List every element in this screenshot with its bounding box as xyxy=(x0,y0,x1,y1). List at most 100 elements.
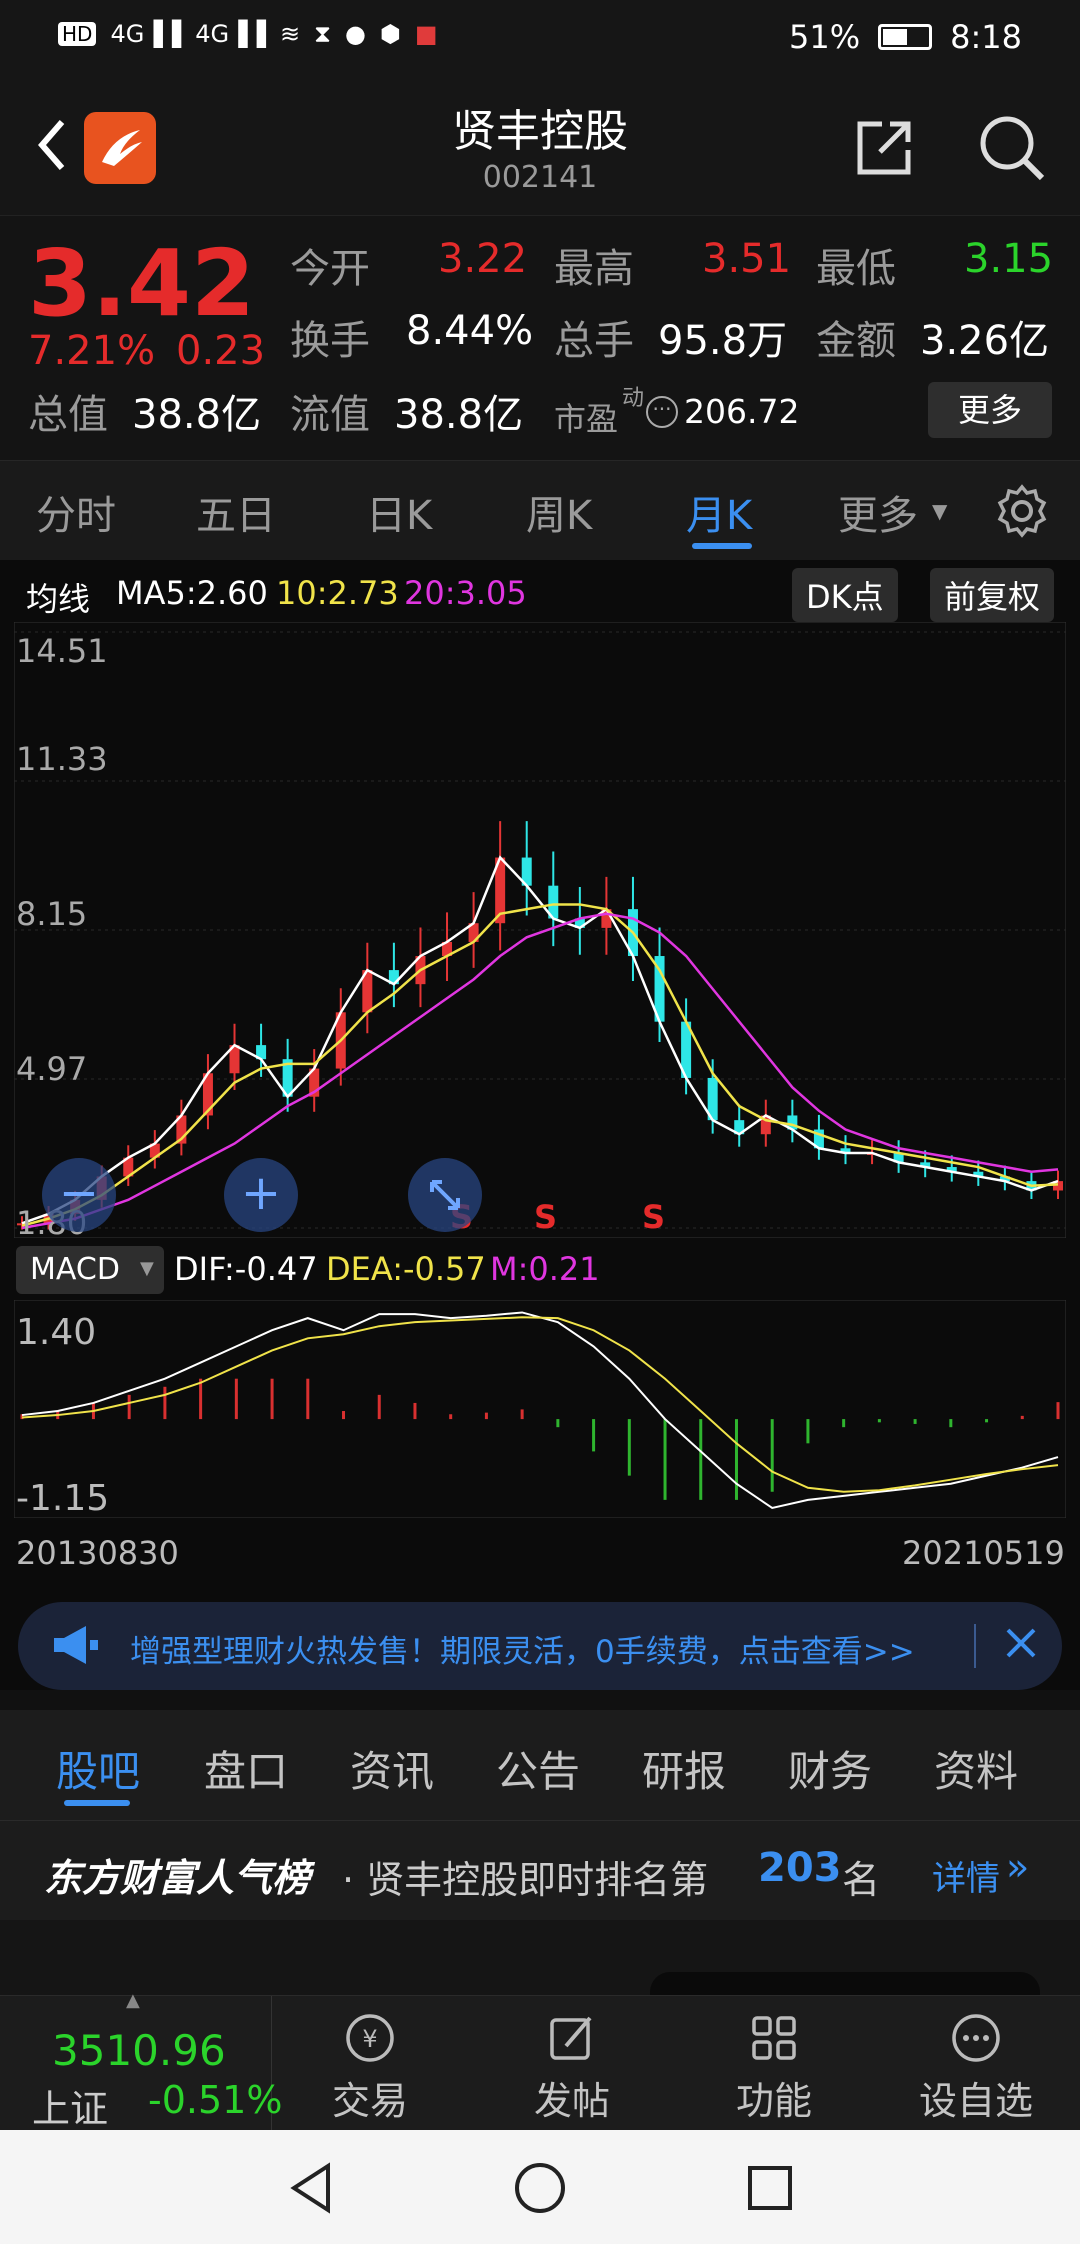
chart-period-tabs: 分时 五日 日K 周K 月K 更多 ▼ xyxy=(0,460,1080,560)
mcap-value: 38.8亿 xyxy=(132,392,262,438)
add-watchlist-label: 设自选 xyxy=(918,2079,1033,2123)
index-quote[interactable]: ▲ 3510.96 上证 -0.51% xyxy=(0,1990,282,2131)
tab-more-caret-icon: ▼ xyxy=(932,499,948,523)
more-dots-icon xyxy=(906,2008,1046,2070)
ma-line-1 xyxy=(21,903,1059,1227)
low-label: 最低 xyxy=(816,246,896,292)
battery-percent: 51% xyxy=(789,18,861,56)
ma10-value: 10:2.73 xyxy=(276,574,399,612)
popularity-ranking[interactable]: 东方财富人气榜 · 贤丰控股即时排名第 203 名 详情 » xyxy=(0,1820,1080,1920)
ma-line-0 xyxy=(21,855,1059,1225)
high-label: 最高 xyxy=(554,246,634,292)
macd-caret-icon: ▼ xyxy=(140,1258,154,1279)
amount-value: 3.26亿 xyxy=(920,318,1050,364)
dk-point-button[interactable]: DK点 xyxy=(792,568,898,622)
tab-pankou[interactable]: 盘口 xyxy=(204,1738,288,1799)
pe-value: 206.72 xyxy=(684,392,800,431)
tab-ziliao[interactable]: 资料 xyxy=(934,1738,1018,1799)
content-tabs: 股吧 盘口 资讯 公告 研报 财务 资料 xyxy=(0,1710,1080,1820)
ma-line-2 xyxy=(21,912,1059,1230)
tab-rik[interactable]: 日K xyxy=(366,483,432,541)
fuquan-button[interactable]: 前复权 xyxy=(930,568,1055,622)
nav-back-icon[interactable] xyxy=(284,2160,340,2216)
app-icon: ■ xyxy=(414,20,438,48)
float-label: 流值 xyxy=(290,392,370,438)
kline-chart[interactable] xyxy=(14,622,1066,1238)
share-icon[interactable] xyxy=(852,116,916,180)
ma-label: 均线 xyxy=(26,580,91,618)
bottom-toolbar: ▲ 3510.96 上证 -0.51% ¥ 交易 发帖 功能 设自选 xyxy=(0,1990,1080,2131)
ranking-number: 203 xyxy=(758,1845,842,1891)
ranking-detail-link[interactable]: 详情 xyxy=(932,1851,1000,1900)
tab-guba[interactable]: 股吧 xyxy=(56,1738,140,1799)
info-dots-icon[interactable]: ··· xyxy=(646,396,678,428)
macd-selector[interactable]: MACD ▼ xyxy=(16,1246,164,1294)
svg-text:¥: ¥ xyxy=(362,2025,377,2053)
tab-gonggao[interactable]: 公告 xyxy=(496,1738,580,1799)
ad-text: 增强型理财火热发售！期限灵活，0手续费，点击查看>> xyxy=(130,1634,915,1670)
status-icons: HD 4G▐▐ 4G▐▐ ≋ ⧗ ● ⬢ ■ xyxy=(58,20,438,48)
tab-active-indicator xyxy=(692,543,752,549)
index-change: -0.51% xyxy=(148,2078,283,2122)
hd-icon: HD xyxy=(58,22,97,46)
volume-value: 95.8万 xyxy=(658,318,788,364)
volume-label: 总手 xyxy=(554,318,634,364)
turnover-label: 换手 xyxy=(290,318,370,364)
tab-fenshi[interactable]: 分时 xyxy=(36,483,116,541)
functions-label: 功能 xyxy=(735,2079,812,2123)
tab-more[interactable]: 更多 xyxy=(838,483,918,541)
open-value: 3.22 xyxy=(438,236,528,282)
nav-recents-icon[interactable] xyxy=(742,2160,798,2216)
ad-close-icon[interactable] xyxy=(996,1618,1046,1668)
tab-wuri[interactable]: 五日 xyxy=(196,483,276,541)
pe-label: 市盈 xyxy=(554,400,619,438)
current-price: 3.42 xyxy=(28,230,255,337)
change-value: 0.23 xyxy=(176,328,266,374)
subtab-active-indicator xyxy=(64,1800,130,1806)
stock-code: 002141 xyxy=(482,160,598,195)
add-watchlist-button[interactable]: 设自选 xyxy=(906,2008,1046,2125)
zoom-out-button[interactable]: − xyxy=(42,1158,116,1232)
ma20-value: 20:3.05 xyxy=(404,574,527,612)
pe-superscript: 动 xyxy=(622,386,645,411)
x-end-date: 20210519 xyxy=(902,1534,1065,1572)
qq-icon: ● xyxy=(344,20,366,48)
macd-chart[interactable] xyxy=(14,1300,1066,1518)
post-button[interactable]: 发帖 xyxy=(502,2008,642,2125)
ad-banner[interactable]: 增强型理财火热发售！期限灵活，0手续费，点击查看>> xyxy=(18,1602,1062,1690)
nav-home-icon[interactable] xyxy=(512,2160,568,2216)
functions-button[interactable]: 功能 xyxy=(704,2008,844,2125)
status-bar: HD 4G▐▐ 4G▐▐ ≋ ⧗ ● ⬢ ■ 51% 8:18 xyxy=(0,0,1080,80)
battery-icon xyxy=(878,24,933,50)
trade-icon: ¥ xyxy=(300,2008,440,2070)
signal-4g-icon: 4G▐▐ xyxy=(110,20,182,48)
status-right: 51% 8:18 xyxy=(789,18,1022,56)
search-icon[interactable] xyxy=(976,112,1048,184)
settings-gear-icon[interactable] xyxy=(994,483,1050,539)
ranking-brand: 东方财富人气榜 xyxy=(44,1856,311,1900)
tab-caiwu[interactable]: 财务 xyxy=(788,1738,872,1799)
tab-yanbao[interactable]: 研报 xyxy=(642,1738,726,1799)
megaphone-icon xyxy=(48,1620,102,1670)
trade-button[interactable]: ¥ 交易 xyxy=(300,2008,440,2125)
y-tick-3: 8.15 xyxy=(16,895,88,933)
y-tick-1: 14.51 xyxy=(16,632,108,670)
y-tick-2: 11.33 xyxy=(16,740,108,778)
tab-yuek[interactable]: 月K xyxy=(686,483,752,541)
tab-zixun[interactable]: 资讯 xyxy=(350,1738,434,1799)
zoom-in-button[interactable]: + xyxy=(224,1158,298,1232)
low-value: 3.15 xyxy=(964,236,1054,282)
sell-marker-2: S xyxy=(534,1198,558,1236)
y-tick-4: 4.97 xyxy=(16,1050,88,1088)
mcap-label: 总值 xyxy=(28,392,108,438)
fullscreen-button[interactable] xyxy=(408,1158,482,1232)
wifi-icon: ≋ xyxy=(280,20,301,48)
x-start-date: 20130830 xyxy=(16,1534,179,1572)
tab-zhouk[interactable]: 周K xyxy=(526,483,592,541)
open-label: 今开 xyxy=(290,246,370,292)
macd-line-1 xyxy=(21,1316,1059,1493)
change-percent: 7.21% xyxy=(28,328,156,374)
more-button[interactable]: 更多 xyxy=(928,382,1052,438)
post-icon xyxy=(502,2008,642,2070)
macd-line-0 xyxy=(21,1311,1059,1510)
